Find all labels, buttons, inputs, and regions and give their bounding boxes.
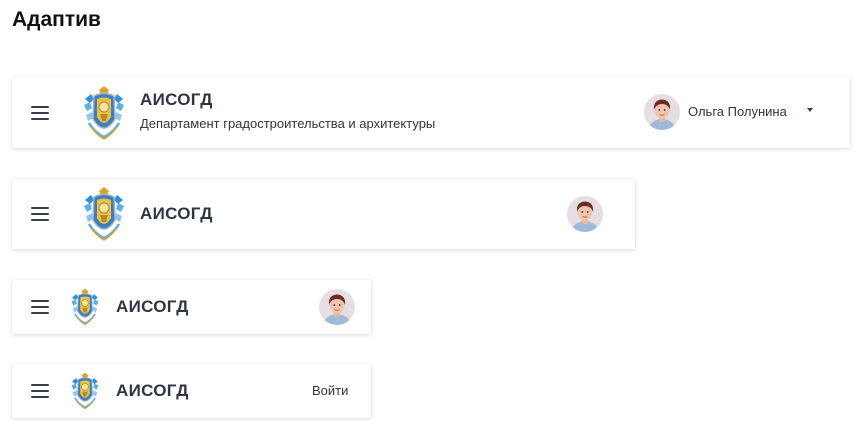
app-name: АИСОГД — [116, 297, 189, 316]
caret-down-icon[interactable] — [807, 108, 813, 112]
page-title: Адаптив — [12, 8, 101, 31]
app-header-desktop: АИСОГД Департамент градостроительства и … — [12, 77, 850, 148]
user-avatar[interactable] — [644, 94, 680, 130]
app-name: АИСОГД — [140, 204, 213, 223]
user-name[interactable]: Ольга Полунина — [688, 104, 787, 119]
user-avatar[interactable] — [319, 289, 355, 325]
app-subtitle: Департамент градостроительства и архитек… — [140, 116, 436, 131]
app-header-mobile: АИСОГД — [12, 280, 371, 334]
hamburger-menu-icon[interactable] — [31, 106, 49, 120]
coat-of-arms-emblem — [69, 372, 101, 410]
app-name: АИСОГД — [140, 90, 213, 109]
coat-of-arms-emblem — [69, 288, 101, 326]
hamburger-menu-icon[interactable] — [31, 207, 49, 221]
hamburger-menu-icon[interactable] — [31, 384, 49, 398]
login-link[interactable]: Войти — [312, 383, 348, 398]
app-header-mobile-guest: АИСОГД Войти — [12, 364, 371, 418]
user-avatar[interactable] — [567, 196, 603, 232]
app-header-tablet: АИСОГД — [12, 179, 635, 249]
coat-of-arms-emblem — [81, 186, 127, 242]
app-name: АИСОГД — [116, 381, 189, 400]
coat-of-arms-emblem — [81, 85, 127, 141]
hamburger-menu-icon[interactable] — [31, 300, 49, 314]
